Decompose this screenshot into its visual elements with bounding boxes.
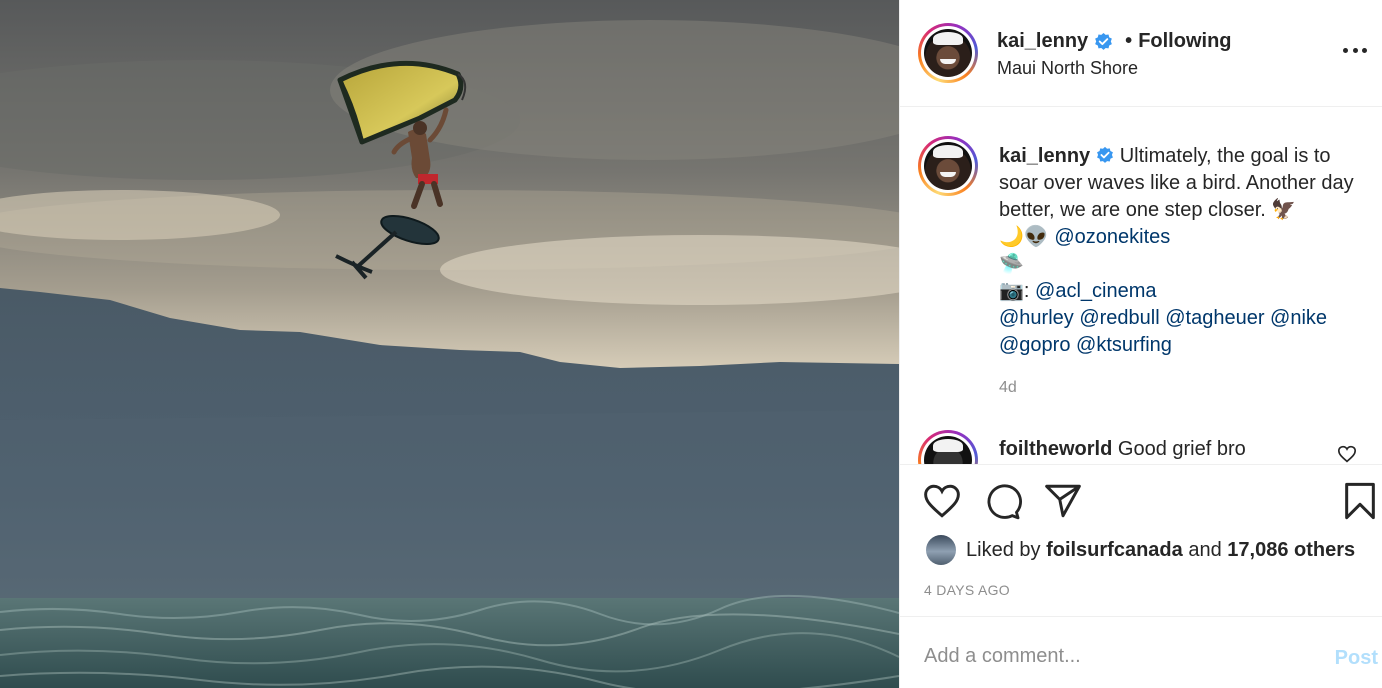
verified-icon <box>1096 145 1114 163</box>
post-photo[interactable] <box>0 0 899 688</box>
comments-list[interactable]: kai_lenny Ultimately, the goal is to soa… <box>900 107 1382 464</box>
post-header: kai_lenny • Following Maui North Shore <box>900 0 1382 107</box>
following-button[interactable]: Following <box>1138 30 1231 53</box>
comment-username[interactable]: foiltheworld <box>999 438 1112 460</box>
commenter-avatar[interactable] <box>918 430 978 464</box>
caption-emoji-ufo: 🛸 <box>999 253 1024 275</box>
author-username[interactable]: kai_lenny <box>997 30 1088 53</box>
author-avatar[interactable] <box>918 23 978 83</box>
caption-username[interactable]: kai_lenny <box>999 145 1090 167</box>
add-comment-bar: Post <box>900 616 1382 688</box>
post-sidebar: kai_lenny • Following Maui North Shore k… <box>899 0 1382 688</box>
comment-icon[interactable] <box>983 483 1023 526</box>
caption-emoji-line: 🌙👽 <box>999 226 1055 248</box>
mention-tags-line-1[interactable]: @hurley @redbull @tagheuer @nike <box>999 307 1327 329</box>
heart-icon[interactable] <box>922 483 962 524</box>
likes-prefix: Liked by <box>966 538 1041 561</box>
liker-username[interactable]: foilsurfcanada <box>1046 539 1183 562</box>
author-line: kai_lenny • Following <box>997 30 1232 53</box>
post-actions: Liked by foilsurfcanada and 17,086 other… <box>900 464 1382 616</box>
bookmark-icon[interactable] <box>1343 481 1377 526</box>
more-icon[interactable] <box>1343 44 1367 56</box>
caption: kai_lenny Ultimately, the goal is to soa… <box>999 143 1359 359</box>
caption-camera-prefix: 📷: <box>999 280 1036 302</box>
share-icon[interactable] <box>1043 483 1083 524</box>
wingfoil-scene <box>0 0 899 688</box>
verified-icon <box>1094 32 1113 51</box>
post-location[interactable]: Maui North Shore <box>997 58 1138 79</box>
separator-dot: • <box>1125 30 1133 52</box>
comment-input[interactable] <box>924 645 1304 668</box>
likes-middle: and <box>1188 538 1222 561</box>
likes-count[interactable]: 17,086 others <box>1227 539 1355 562</box>
post-timestamp[interactable]: 4 DAYS AGO <box>924 582 1010 598</box>
mention-tags-line-2[interactable]: @gopro @ktsurfing <box>999 334 1172 356</box>
comment-like-icon[interactable] <box>1337 445 1357 464</box>
caption-avatar[interactable] <box>918 136 978 196</box>
mention-acl-cinema[interactable]: @acl_cinema <box>1035 280 1156 302</box>
comment-item: foiltheworld Good grief bro <box>999 438 1246 461</box>
mention-ozonekites[interactable]: @ozonekites <box>1054 226 1170 248</box>
comment-text: Good grief bro <box>1117 438 1246 460</box>
post-comment-button[interactable]: Post <box>1335 647 1378 670</box>
likes-summary: Liked by foilsurfcanada and 17,086 other… <box>926 535 1355 565</box>
caption-time[interactable]: 4d <box>999 379 1017 397</box>
liker-avatar[interactable] <box>926 535 956 565</box>
